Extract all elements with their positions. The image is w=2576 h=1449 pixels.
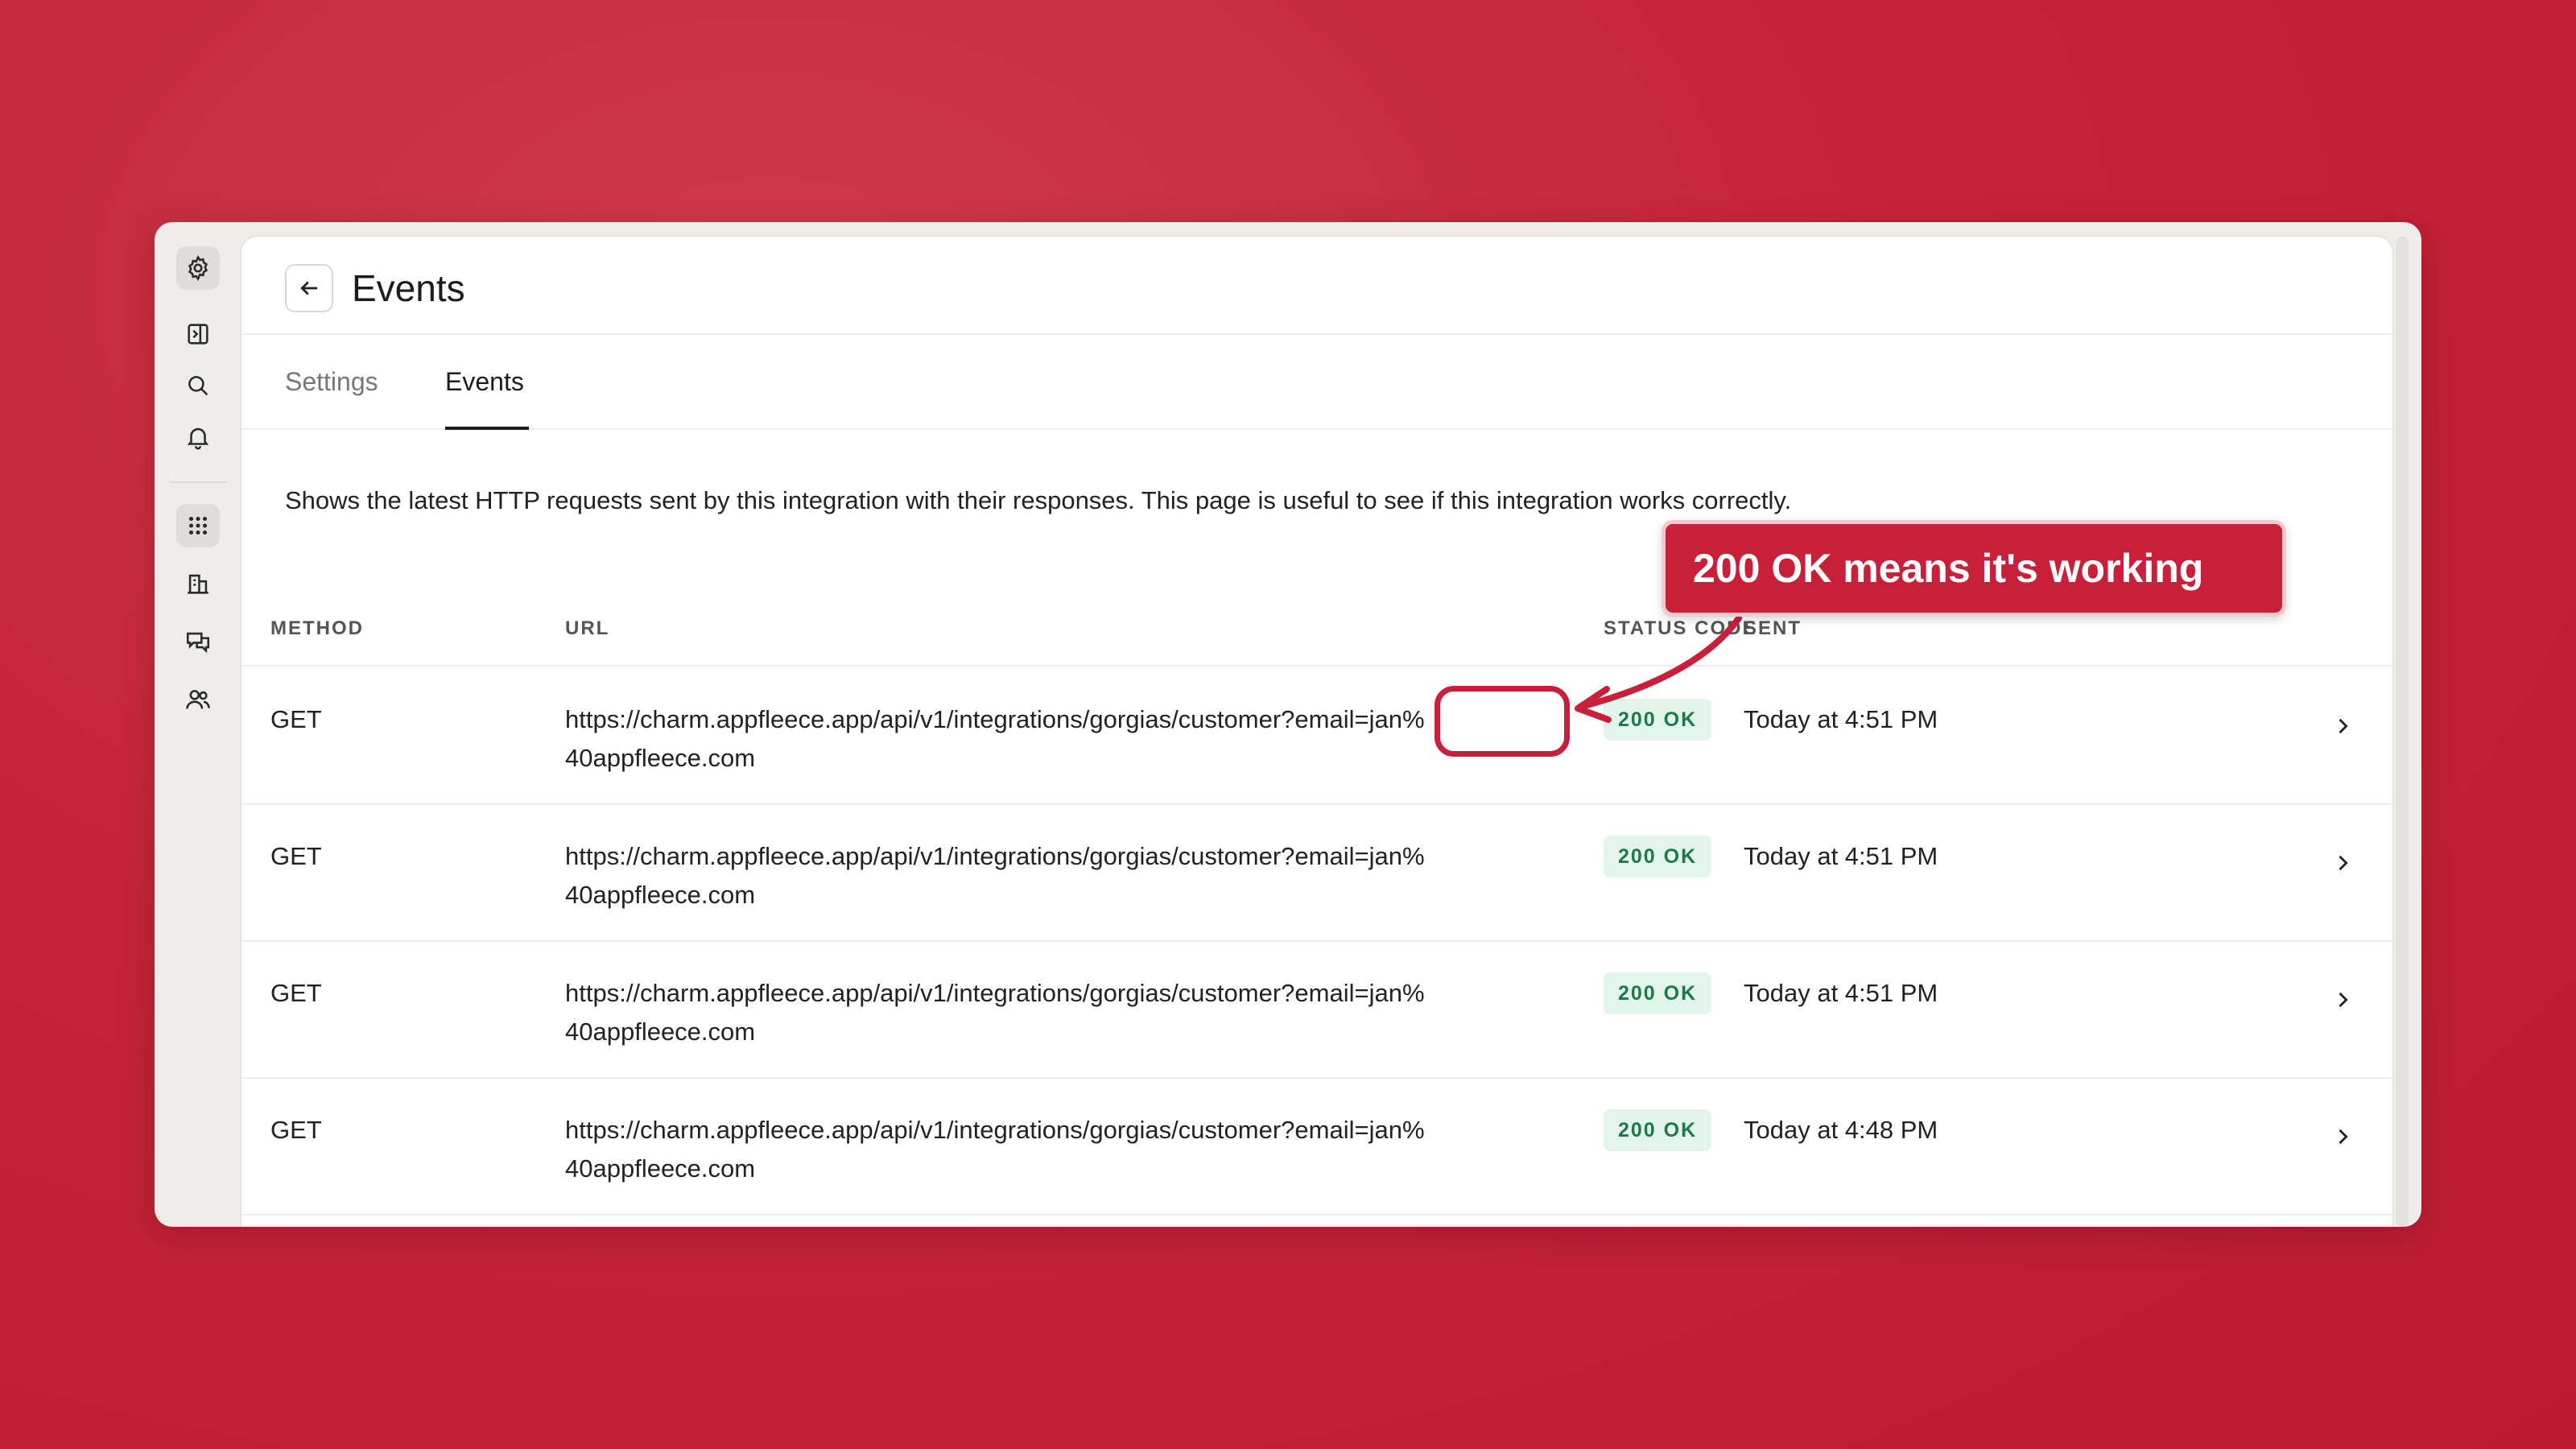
main-panel: Events Settings Events Shows the latest … <box>242 237 2392 1227</box>
table-row[interactable]: GET https://charm.appfleece.app/api/v1/i… <box>242 668 2392 805</box>
row-url: https://charm.appfleece.app/api/v1/integ… <box>565 1116 1425 1183</box>
scrollbar[interactable] <box>2396 237 2409 1227</box>
icon-rail <box>155 222 242 1227</box>
page-description: Shows the latest HTTP requests sent by t… <box>285 486 1792 514</box>
row-sent: Today at 4:51 PM <box>1744 979 1938 1007</box>
table-header: METHOD URL STATUS CODE SENT <box>242 615 2392 667</box>
search-icon[interactable] <box>176 364 220 407</box>
sidebar-toggle-icon[interactable] <box>176 312 220 356</box>
gear-icon[interactable] <box>176 246 220 290</box>
status-badge: 200 OK <box>1604 836 1712 877</box>
tab-events[interactable]: Events <box>445 365 524 398</box>
row-method: GET <box>270 1116 322 1144</box>
row-url: https://charm.appfleece.app/api/v1/integ… <box>565 842 1425 909</box>
page-title: Events <box>352 267 465 309</box>
table-row[interactable]: GET https://charm.appfleece.app/api/v1/i… <box>242 942 2392 1079</box>
status-highlight-ring <box>1435 686 1570 757</box>
page-header: Events <box>242 237 2392 335</box>
chat-icon[interactable] <box>176 620 220 663</box>
row-sent: Today at 4:48 PM <box>1744 1116 1938 1144</box>
tab-bar: Settings Events <box>242 335 2392 430</box>
arrow-left-icon <box>300 281 317 295</box>
chevron-right-icon[interactable] <box>2331 710 2354 734</box>
back-button[interactable] <box>285 264 333 312</box>
row-url: https://charm.appfleece.app/api/v1/integ… <box>565 705 1425 772</box>
status-badge: 200 OK <box>1604 1109 1712 1151</box>
apps-grid-icon[interactable] <box>176 504 220 547</box>
callout-arrow-icon <box>1575 615 1742 723</box>
row-sent: Today at 4:51 PM <box>1744 842 1938 870</box>
row-method: GET <box>270 979 322 1007</box>
bell-icon[interactable] <box>176 415 220 459</box>
column-header-url: URL <box>565 617 610 639</box>
row-method: GET <box>270 842 322 870</box>
active-tab-indicator <box>445 427 529 430</box>
row-method: GET <box>270 705 322 733</box>
column-header-method: METHOD <box>270 617 364 639</box>
app-window: Events Settings Events Shows the latest … <box>155 222 2421 1227</box>
row-url: https://charm.appfleece.app/api/v1/integ… <box>565 979 1425 1046</box>
table-row[interactable]: GET https://charm.appfleece.app/api/v1/i… <box>242 1079 2392 1216</box>
row-status-cell: 200 OK <box>1604 1109 1712 1151</box>
chevron-right-icon[interactable] <box>2331 984 2354 1008</box>
users-icon[interactable] <box>176 678 220 721</box>
table-row[interactable]: GET https://charm.appfleece.app/api/v1/i… <box>242 805 2392 942</box>
row-status-cell: 200 OK <box>1604 836 1712 877</box>
annotation-callout: 200 OK means it's working <box>1662 520 2286 617</box>
row-sent: Today at 4:51 PM <box>1744 705 1938 733</box>
building-icon[interactable] <box>176 562 220 605</box>
row-status-cell: 200 OK <box>1604 972 1712 1014</box>
status-badge: 200 OK <box>1604 972 1712 1014</box>
chevron-right-icon[interactable] <box>2331 1121 2354 1145</box>
chevron-right-icon[interactable] <box>2331 847 2354 871</box>
rail-divider <box>169 481 227 483</box>
tab-settings[interactable]: Settings <box>285 365 378 398</box>
